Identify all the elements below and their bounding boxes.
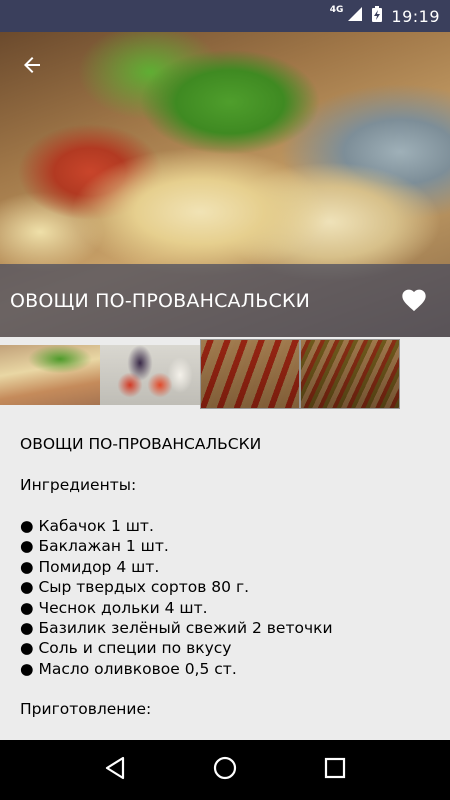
circle-home-icon — [213, 756, 237, 784]
hero-image: ОВОЩИ ПО-ПРОВАНСАЛЬСКИ — [0, 32, 450, 337]
ingredient-item: ● Помидор 4 шт. — [20, 557, 160, 576]
content-heading: ОВОЩИ ПО-ПРОВАНСАЛЬСКИ — [20, 435, 262, 453]
thumbnail-strip — [0, 337, 450, 412]
ingredient-item: ● Кабачок 1 шт. — [20, 517, 154, 535]
nav-home-button[interactable] — [205, 750, 245, 790]
signal-icon — [347, 6, 363, 26]
arrow-left-icon — [20, 53, 44, 83]
ingredient-item: ● Масло оливковое 0,5 ст. — [20, 659, 237, 678]
back-button[interactable] — [14, 50, 50, 86]
navigation-bar — [0, 740, 450, 800]
network-type: 4G — [329, 5, 344, 15]
title-overlay: ОВОЩИ ПО-ПРОВАНСАЛЬСКИ — [0, 264, 450, 337]
ingredients-list: ● Кабачок 1 шт. ● Баклажан 1 шт. ● Помид… — [20, 516, 430, 679]
ingredients-title: Ингредиенты: — [20, 475, 137, 494]
ingredient-item: ● Базилик зелёный свежий 2 веточки — [20, 619, 333, 638]
heart-icon — [400, 286, 428, 316]
ingredient-item: ● Сыр твердых сортов 80 г. — [20, 578, 250, 597]
thumbnail-4[interactable] — [300, 339, 400, 409]
thumbnail-3[interactable] — [200, 339, 300, 409]
square-recents-icon — [324, 757, 346, 783]
nav-back-button[interactable] — [95, 750, 135, 790]
recipe-title: ОВОЩИ ПО-ПРОВАНСАЛЬСКИ — [10, 289, 311, 312]
preparation-title: Приготовление: — [20, 700, 152, 719]
status-bar: 4G 19:19 — [0, 0, 450, 32]
ingredient-item: ● Чеснок дольки 4 шт. — [20, 598, 208, 617]
clock: 19:19 — [391, 6, 440, 26]
triangle-back-icon — [104, 756, 126, 784]
nav-recents-button[interactable] — [315, 750, 355, 790]
battery-icon — [371, 5, 383, 27]
ingredient-item: ● Баклажан 1 шт. — [20, 537, 169, 556]
recipe-content: ОВОЩИ ПО-ПРОВАНСАЛЬСКИ Ингредиенты: ● Ка… — [0, 412, 450, 740]
favorite-button[interactable] — [398, 285, 430, 317]
thumbnail-1[interactable] — [0, 345, 100, 405]
thumbnail-2[interactable] — [100, 345, 200, 405]
ingredient-item: ● Соль и специи по вкусу — [20, 639, 232, 658]
